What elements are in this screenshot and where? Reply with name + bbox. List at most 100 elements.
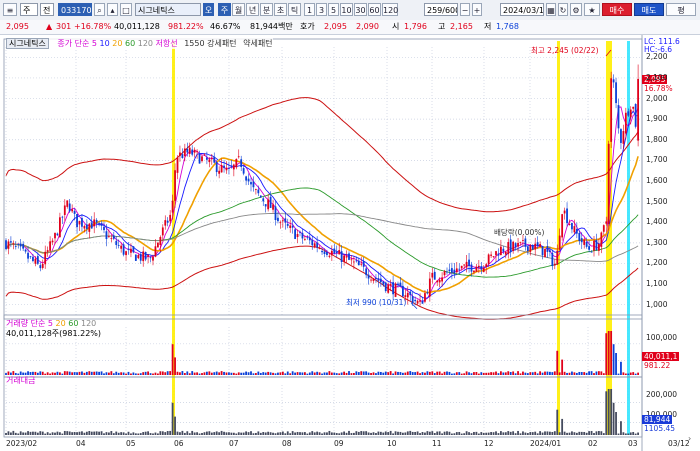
- calendar-button[interactable]: ▦: [546, 3, 556, 16]
- amount-bar: [49, 433, 51, 435]
- amount-bar: [78, 431, 81, 435]
- menu-button[interactable]: ≡: [3, 3, 17, 16]
- minute-button-30[interactable]: 30: [354, 3, 367, 16]
- buy-button[interactable]: 매수: [602, 3, 632, 16]
- highlight-band: [627, 41, 630, 435]
- scroll-right-button[interactable]: ›: [688, 434, 698, 448]
- volume-bar: [588, 371, 590, 375]
- candle-body: [497, 253, 500, 256]
- volume-bar: [367, 372, 370, 375]
- amount-bar: [41, 431, 44, 435]
- sell-button[interactable]: 매도: [634, 3, 664, 16]
- bookmark-button[interactable]: ★: [584, 3, 600, 16]
- amount-bar: [436, 431, 439, 435]
- amount-bar: [495, 431, 497, 435]
- change-value: 301: [56, 22, 72, 31]
- minute-button-10[interactable]: 10: [340, 3, 353, 16]
- settings-button[interactable]: ⚙: [570, 3, 582, 16]
- volume-bar: [174, 357, 176, 375]
- candle-body: [629, 109, 632, 118]
- minute-button-60[interactable]: 60: [368, 3, 381, 16]
- amount-bar: [389, 430, 392, 435]
- candle-body: [95, 219, 98, 223]
- amount-bar: [142, 432, 145, 435]
- volume-bar: [203, 372, 206, 375]
- volume-bar: [546, 371, 549, 375]
- market-select[interactable]: 주: [20, 3, 38, 16]
- minute-button-5[interactable]: 5: [328, 3, 339, 16]
- search-button[interactable]: ⌕: [94, 3, 105, 16]
- volume-bar: [544, 371, 546, 375]
- volume-bar: [54, 372, 56, 375]
- candle-body: [24, 249, 27, 252]
- amount-bar: [274, 433, 277, 435]
- refresh-button[interactable]: ↻: [558, 3, 568, 16]
- candle-body: [634, 104, 637, 127]
- combo-select[interactable]: 전: [40, 3, 54, 16]
- minute-button-1[interactable]: 1: [304, 3, 315, 16]
- volume-bar: [90, 371, 93, 375]
- volume-bar: [624, 373, 627, 375]
- period-button-5[interactable]: 틱: [288, 3, 301, 16]
- candle-body: [500, 246, 502, 256]
- group-button[interactable]: 오: [203, 3, 214, 16]
- minute-button-120[interactable]: 120: [382, 3, 398, 16]
- zoom-out-button[interactable]: −: [460, 3, 470, 16]
- amount-bar: [519, 433, 522, 435]
- legend-ma-20: 20: [112, 39, 123, 48]
- amount-bar: [431, 431, 434, 435]
- stock-chart[interactable]: [0, 35, 700, 451]
- minute-button-3[interactable]: 3: [316, 3, 327, 16]
- volume-bar: [36, 372, 39, 375]
- volume-bar: [578, 371, 581, 375]
- volume-bar: [240, 372, 243, 375]
- candle-body: [598, 244, 600, 251]
- candle-body: [313, 243, 316, 248]
- period-button-4[interactable]: 초: [274, 3, 287, 16]
- amount-bar: [348, 430, 350, 435]
- amount-bar: [159, 431, 162, 435]
- volume-bar: [463, 373, 466, 375]
- volume-bar: [357, 372, 360, 375]
- prev-stock-button[interactable]: ▴: [107, 3, 118, 16]
- count-field[interactable]: 259/600: [424, 3, 458, 16]
- period-button-2[interactable]: 년: [246, 3, 259, 16]
- amount-bar: [553, 431, 556, 435]
- zoom-in-button[interactable]: +: [472, 3, 482, 16]
- amount-bar: [605, 391, 608, 435]
- date-field[interactable]: 2024/03/12: [500, 3, 544, 16]
- price-y-tick: 1,300: [646, 237, 668, 247]
- volume-bar: [465, 371, 468, 375]
- amount-bar: [338, 433, 341, 435]
- amount-bar: [598, 430, 600, 435]
- candle-body: [93, 219, 96, 227]
- candle-body: [531, 244, 534, 250]
- period-button-0[interactable]: 주: [218, 3, 231, 16]
- candle-body: [203, 154, 206, 156]
- stock-memo-button[interactable]: □: [120, 3, 132, 16]
- stock-code-input[interactable]: 033170: [58, 3, 92, 16]
- amount-bar: [453, 433, 456, 435]
- candle-body: [507, 242, 510, 255]
- legend-stock-name[interactable]: 시그네틱스: [6, 38, 49, 49]
- volume-bar: [215, 371, 218, 375]
- volume-bar: [387, 372, 390, 375]
- period-button-3[interactable]: 분: [260, 3, 273, 16]
- volume-bar: [556, 350, 559, 375]
- amount-bar: [350, 433, 353, 435]
- candle-body: [495, 251, 497, 256]
- avg-button[interactable]: 평: [666, 3, 696, 16]
- volume-bar: [166, 371, 169, 375]
- volume-bar: [345, 372, 348, 375]
- legend-resistance: 저항선: [155, 39, 178, 48]
- period-button-1[interactable]: 월: [232, 3, 245, 16]
- candle-body: [157, 242, 159, 248]
- volume-bar: [73, 372, 76, 375]
- candle-body: [301, 232, 304, 239]
- candle-body: [397, 283, 399, 285]
- volume-bar: [323, 372, 326, 375]
- amount-bar: [497, 433, 500, 435]
- amount-bar: [607, 389, 610, 435]
- volume-bar: [384, 371, 387, 375]
- volume-bar: [63, 371, 66, 375]
